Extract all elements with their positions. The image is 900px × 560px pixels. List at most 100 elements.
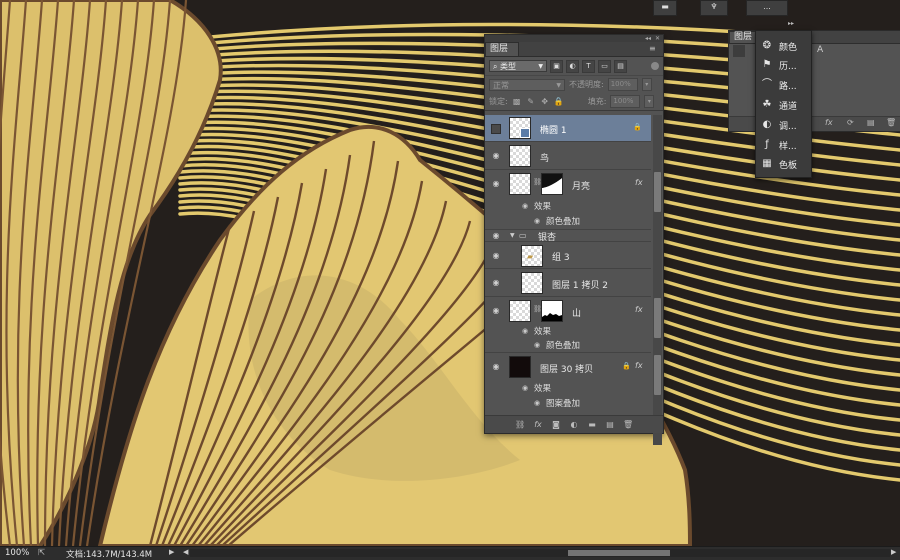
layer-row-mountain[interactable]: ◉ ⛓ 山 fx ◉ 效果 ◉ 颜色叠加 xyxy=(485,297,651,353)
export-icon[interactable]: ⇱ xyxy=(38,548,45,558)
lock-position-icon[interactable]: ✥ xyxy=(540,97,550,107)
secondary-trash-icon[interactable]: 🗑 xyxy=(886,118,896,127)
opacity-dropdown-icon[interactable]: ▾ xyxy=(641,78,652,91)
fx-badge[interactable]: fx xyxy=(635,305,643,314)
effect-name: 图案叠加 xyxy=(546,399,581,409)
adjustment-filter-icon[interactable]: ◐ xyxy=(566,59,579,73)
adjustment-layer-icon[interactable]: ◐ xyxy=(569,420,579,429)
menu-item-history[interactable]: ⚑ 历... xyxy=(761,57,811,73)
layer-name: 图层 1 拷贝 2 xyxy=(552,281,609,291)
layers-bottom-bar: ⛓ fx ◙ ◐ ▬ ▤ 🗑 xyxy=(485,415,663,433)
scroll-right-icon[interactable]: ▶ xyxy=(891,548,896,556)
blend-mode-select[interactable]: 正常 ▼ xyxy=(489,78,565,91)
filter-toggle[interactable] xyxy=(651,62,659,70)
layer-row-group3[interactable]: ◉ ▰ 组 3 xyxy=(485,242,651,269)
eye-icon[interactable]: ◉ xyxy=(491,251,501,261)
smart-object-filter-icon[interactable]: ▤ xyxy=(614,59,627,73)
menu-item-swatches[interactable]: ▦ 色板 xyxy=(761,156,811,172)
layer-name: 山 xyxy=(572,309,582,319)
blend-mode-value: 正常 xyxy=(493,80,509,90)
layer-list-scrollbar[interactable] xyxy=(653,115,662,445)
secondary-refresh-icon[interactable]: ⟳ xyxy=(847,118,854,127)
panel-grip[interactable]: ◂◂ ✕ xyxy=(485,35,663,42)
fx-badge[interactable]: fx xyxy=(635,178,643,187)
lock-icon: 🔒 xyxy=(622,362,631,370)
effects-label: 效果 xyxy=(534,202,552,212)
link-layers-icon[interactable]: ⛓ xyxy=(515,420,525,429)
menu-item-paths[interactable]: ⌒ 路... xyxy=(761,77,811,93)
image-filter-icon[interactable]: ▣ xyxy=(550,59,563,73)
filter-kind-label: 类型 xyxy=(500,62,517,71)
scroll-left-icon[interactable]: ◀ xyxy=(183,548,188,556)
layer-row-layer30-copy[interactable]: ◉ 图层 30 拷贝 🔒 fx ◉ 效果 ◉ 图案叠加 xyxy=(485,353,651,411)
eye-icon[interactable]: ◉ xyxy=(491,362,501,372)
eye-icon[interactable]: ◉ xyxy=(491,278,501,288)
tab-layers[interactable]: 图层 xyxy=(485,42,520,56)
layer-mask-thumbnail[interactable] xyxy=(541,300,563,322)
close-panel-icon[interactable]: ✕ xyxy=(655,35,660,42)
secondary-fx-icon[interactable]: fx xyxy=(825,118,833,127)
layer-row-moon[interactable]: ◉ ⛓ 月亮 fx ◉ 效果 ◉ 颜色叠加 xyxy=(485,170,651,230)
expand-triangle-icon[interactable]: ▼ xyxy=(510,232,515,239)
menu-item-styles[interactable]: ƒ 样... xyxy=(761,137,811,153)
layer-thumbnail xyxy=(509,145,531,167)
scroll-thumb-3[interactable] xyxy=(654,355,661,395)
lock-transparent-icon[interactable]: ▩ xyxy=(512,97,522,107)
fill-dropdown-icon[interactable]: ▾ xyxy=(644,95,655,108)
horizontal-scroll-thumb[interactable] xyxy=(568,550,670,556)
lock-row: 锁定: ▩ ✎ ✥ 🔒 填充: 100% ▾ xyxy=(485,93,663,111)
channels-icon: ☘ xyxy=(762,99,772,110)
layer-row-copy2[interactable]: ◉ 图层 1 拷贝 2 xyxy=(485,269,651,297)
effect-eye-icon[interactable]: ◉ xyxy=(534,217,542,225)
layer-thumbnail xyxy=(509,356,531,378)
dock-button-more[interactable]: ... xyxy=(746,0,788,16)
eye-icon[interactable]: ◉ xyxy=(491,306,501,316)
lock-all-icon[interactable]: 🔒 xyxy=(554,97,564,107)
delete-layer-icon[interactable]: 🗑 xyxy=(623,420,633,429)
fx-icon[interactable]: fx xyxy=(533,420,543,429)
dock-button-brush[interactable]: ♆ xyxy=(700,0,728,16)
effect-eye-icon[interactable]: ◉ xyxy=(534,399,542,407)
scroll-thumb-1[interactable] xyxy=(654,172,661,212)
fill-field[interactable]: 100% xyxy=(610,95,641,108)
collapse-panel-icon[interactable]: ◂◂ xyxy=(645,35,651,42)
eye-icon[interactable]: ◉ xyxy=(491,231,501,241)
effect-eye-icon[interactable]: ◉ xyxy=(534,341,542,349)
dock-button-1[interactable]: ▬ xyxy=(653,0,677,16)
layer-thumbnail xyxy=(509,300,531,322)
effects-eye-icon[interactable]: ◉ xyxy=(522,327,530,335)
eye-icon[interactable]: ◉ xyxy=(491,151,501,161)
menu-item-adjustments[interactable]: ◐ 调... xyxy=(761,117,811,133)
opacity-field[interactable]: 100% xyxy=(607,78,638,91)
effects-eye-icon[interactable]: ◉ xyxy=(522,384,530,392)
text-filter-icon[interactable]: T xyxy=(582,59,595,73)
menu-label: 调... xyxy=(779,121,797,132)
secondary-new-icon[interactable]: ▤ xyxy=(867,118,875,127)
new-layer-icon[interactable]: ▤ xyxy=(605,420,615,429)
new-group-icon[interactable]: ▬ xyxy=(587,420,597,429)
layer-mask-thumbnail[interactable] xyxy=(541,173,563,195)
eye-icon[interactable]: ◉ xyxy=(491,179,501,189)
add-mask-icon[interactable]: ◙ xyxy=(551,420,561,429)
info-menu-icon[interactable]: ▶ xyxy=(169,548,174,556)
chain-link-icon[interactable]: ⛓ xyxy=(533,304,542,314)
chain-link-icon[interactable]: ⛓ xyxy=(533,177,542,187)
horizontal-scrollbar[interactable] xyxy=(190,549,890,557)
filter-kind-select[interactable]: ⌕ 类型 ▼ xyxy=(489,60,547,72)
layer-row-ellipse[interactable]: 椭圆 1 🔒 xyxy=(485,115,651,142)
layer-thumbnail xyxy=(509,117,531,139)
fx-badge[interactable]: fx xyxy=(635,361,643,370)
layer-row-bird[interactable]: ◉ 鸟 xyxy=(485,142,651,170)
menu-item-color[interactable]: ❂ 颜色 xyxy=(761,38,811,54)
visibility-toggle-empty[interactable] xyxy=(491,124,501,134)
zoom-level[interactable]: 100% xyxy=(5,548,29,558)
secondary-filter-icon[interactable] xyxy=(733,45,745,57)
menu-item-channels[interactable]: ☘ 通道 xyxy=(761,97,811,113)
lock-pixels-icon[interactable]: ✎ xyxy=(526,97,536,107)
effects-eye-icon[interactable]: ◉ xyxy=(522,202,530,210)
scroll-thumb-2[interactable] xyxy=(654,298,661,338)
layer-row-group-ginkgo[interactable]: ◉ ▼ ▭ 银杏 xyxy=(485,230,651,243)
panel-menu-icon[interactable]: ≡ xyxy=(649,44,659,54)
shape-filter-icon[interactable]: ▭ xyxy=(598,59,611,73)
collapse-icon[interactable]: ▸▸ xyxy=(788,20,794,27)
